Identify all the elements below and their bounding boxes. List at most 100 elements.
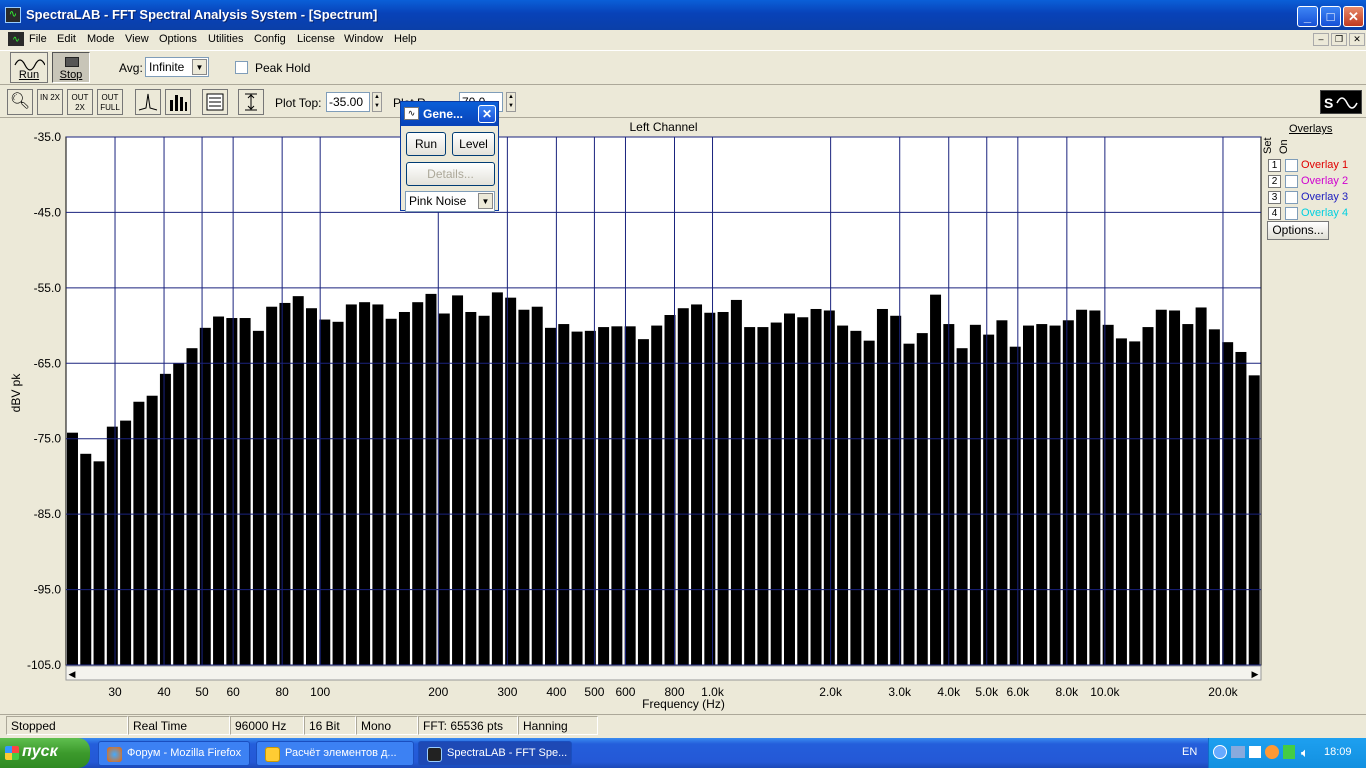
plot-range-spinner[interactable]: ▲ ▼ xyxy=(506,92,516,112)
menu-mode[interactable]: Mode xyxy=(87,33,115,45)
spectrum-bar xyxy=(345,304,357,665)
stop-button[interactable]: Stop xyxy=(52,52,90,83)
tray-app-icon[interactable] xyxy=(1249,746,1261,758)
generator-title-bar[interactable]: Gene... ∿ ✕ xyxy=(401,102,498,126)
download-icon[interactable] xyxy=(1283,745,1295,759)
tray-update-icon[interactable] xyxy=(1265,745,1279,759)
menu-license[interactable]: License xyxy=(297,33,335,45)
spectrum-bar xyxy=(983,334,995,665)
spectrum-bar xyxy=(93,461,105,665)
menu-file[interactable]: File xyxy=(29,33,47,45)
spectrum-bar xyxy=(332,321,344,665)
language-indicator[interactable]: EN xyxy=(1182,746,1197,758)
spectrum-bar xyxy=(412,302,424,665)
overlay-on-checkbox[interactable] xyxy=(1285,159,1298,172)
tray-chevron-icon[interactable] xyxy=(1213,745,1227,759)
maximize-icon[interactable]: □ xyxy=(1320,6,1341,27)
overlay-set-button[interactable]: 1 xyxy=(1268,159,1281,172)
x-tick-label: 40 xyxy=(157,685,171,699)
zoom-full-button[interactable]: OUT FULL xyxy=(97,89,123,115)
menu-utilities[interactable]: Utilities xyxy=(208,33,243,45)
mdi-close-icon[interactable]: ✕ xyxy=(1349,33,1365,46)
document-icon[interactable]: ∿ xyxy=(8,32,24,46)
menu-window[interactable]: Window xyxy=(344,33,383,45)
vertical-scale-icon[interactable] xyxy=(238,89,264,115)
display-settings-icon[interactable] xyxy=(202,89,228,115)
spectrum-bar xyxy=(398,311,410,665)
spectrum-bar xyxy=(611,326,623,665)
menu-config[interactable]: Config xyxy=(254,33,286,45)
spectrum-bar xyxy=(784,313,795,665)
task-spectralab[interactable]: SpectraLAB - FFT Spe... xyxy=(418,741,572,766)
overlay-set-button[interactable]: 3 xyxy=(1268,191,1281,204)
spectrum-bar xyxy=(199,327,211,665)
menu-options[interactable]: Options xyxy=(159,33,197,45)
bar-plot-icon[interactable] xyxy=(165,89,191,115)
menu-view[interactable]: View xyxy=(125,33,149,45)
close-icon[interactable]: ✕ xyxy=(1343,6,1364,27)
overlays-title: Overlays xyxy=(1289,123,1333,135)
mdi-restore-icon[interactable]: ❐ xyxy=(1331,33,1347,46)
zoom-in-2x-button[interactable]: IN 2X xyxy=(37,89,63,115)
document-icon xyxy=(265,747,280,762)
title-bar: ∿ SpectraLAB - FFT Spectral Analysis Sys… xyxy=(0,0,1366,30)
zoom-magnifier-icon[interactable]: 🔍︎ xyxy=(7,89,33,115)
minimize-icon[interactable]: _ xyxy=(1297,6,1318,27)
run-label: Run xyxy=(18,69,40,81)
spectrum-bar xyxy=(1195,307,1207,665)
x-tick-label: 10.0k xyxy=(1090,685,1120,699)
generator-level-button[interactable]: Level xyxy=(452,132,495,156)
generator-details-button[interactable]: Details... xyxy=(406,162,495,186)
menu-edit[interactable]: Edit xyxy=(57,33,76,45)
spectrum-bar xyxy=(757,327,769,665)
run-button[interactable]: Run xyxy=(10,52,48,83)
spectrum-plot[interactable]: Left Channel -35.0 -45.0 -55.0 -65.0 -75.0 -85… xyxy=(4,118,1266,712)
spectrum-bar xyxy=(651,325,663,665)
overlay-on-checkbox[interactable] xyxy=(1285,207,1298,220)
spectrum-bar xyxy=(1102,324,1114,665)
spectrum-bar xyxy=(598,327,610,665)
x-tick-label: 6.0k xyxy=(1006,685,1030,699)
status-channels: Mono xyxy=(356,716,418,735)
zoom-out-2x-button[interactable]: OUT 2X xyxy=(67,89,93,115)
task-firefox[interactable]: Форум - Mozilla Firefox xyxy=(98,741,250,766)
spectrum-bar xyxy=(1115,338,1127,665)
network-icon[interactable] xyxy=(1231,746,1245,758)
generator-signal-select[interactable]: Pink Noise ▼ xyxy=(405,191,495,212)
signal-generator-icon[interactable]: S xyxy=(1320,90,1362,114)
spectrum-bar xyxy=(637,339,649,665)
status-mode: Real Time xyxy=(128,716,230,735)
overlay-set-button[interactable]: 2 xyxy=(1268,175,1281,188)
line-plot-icon[interactable] xyxy=(135,89,161,115)
spectrum-bar xyxy=(956,348,968,665)
generator-run-button[interactable]: Run xyxy=(406,132,446,156)
overlay-label: Overlay 4 xyxy=(1301,207,1349,219)
volume-icon[interactable]: 🔈︎ xyxy=(1301,745,1309,761)
overlay-set-button[interactable]: 4 xyxy=(1268,207,1281,220)
plot-top-input[interactable]: -35.00 xyxy=(326,92,370,112)
overlay-on-checkbox[interactable] xyxy=(1285,175,1298,188)
spectrum-icon[interactable]: ∿ xyxy=(5,7,21,23)
spectrum-bar xyxy=(67,432,78,665)
menu-help[interactable]: Help xyxy=(394,33,417,45)
overlay-options-button[interactable]: Options... xyxy=(1267,221,1329,240)
spectrum-bar xyxy=(717,311,729,665)
x-tick-label: 20.0k xyxy=(1208,685,1238,699)
y-tick-label: -85.0 xyxy=(34,507,62,521)
x-tick-label: 80 xyxy=(275,685,289,699)
spectrum-bar xyxy=(1248,375,1260,665)
task-document[interactable]: Расчёт элементов д... xyxy=(256,741,414,766)
status-window: Hanning xyxy=(518,716,598,735)
avg-select[interactable]: Infinite ▼ xyxy=(145,57,209,77)
windows-logo-icon xyxy=(5,746,19,760)
mdi-minimize-icon[interactable]: – xyxy=(1313,33,1329,46)
generator-close-icon[interactable]: ✕ xyxy=(478,105,496,123)
plot-top-spinner[interactable]: ▲ ▼ xyxy=(372,92,382,112)
peak-hold-checkbox[interactable] xyxy=(235,61,248,74)
overlay-on-checkbox[interactable] xyxy=(1285,191,1298,204)
spectrum-bar xyxy=(465,311,477,665)
start-button[interactable]: пуск xyxy=(0,738,90,768)
scroll-left-icon: ◀ xyxy=(69,670,76,680)
overlay-label: Overlay 3 xyxy=(1301,191,1349,203)
avg-label: Avg: xyxy=(119,61,143,75)
